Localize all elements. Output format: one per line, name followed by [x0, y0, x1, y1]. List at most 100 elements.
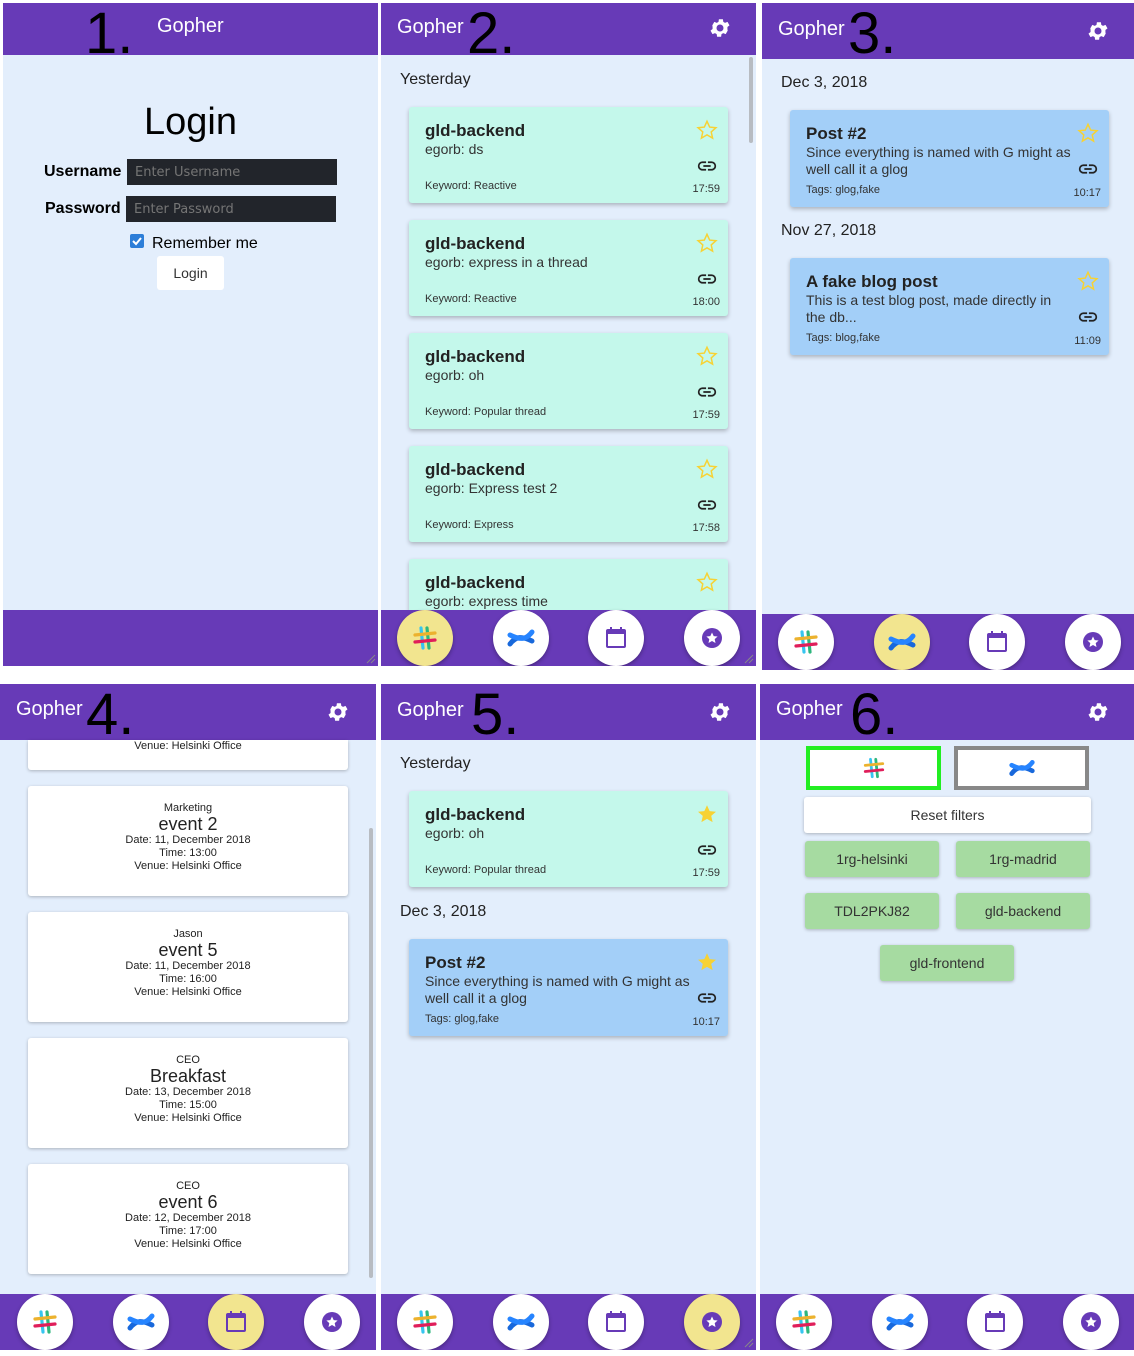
- bottom-nav: [381, 610, 756, 666]
- star-icon[interactable]: [696, 232, 718, 254]
- nav-calendar-button[interactable]: [969, 614, 1025, 670]
- resize-handle-icon[interactable]: [744, 654, 754, 664]
- message-card[interactable]: gld-backend egorb: express in a thread K…: [409, 220, 728, 316]
- scrollbar[interactable]: [369, 828, 373, 1278]
- password-input[interactable]: [126, 196, 336, 222]
- login-button[interactable]: Login: [157, 256, 224, 290]
- nav-confluence-button[interactable]: [493, 610, 549, 666]
- link-icon[interactable]: [696, 381, 718, 403]
- channel-filter-button[interactable]: gld-frontend: [880, 945, 1014, 981]
- message-time: 17:59: [692, 183, 720, 195]
- star-icon[interactable]: [696, 803, 718, 825]
- message-time: 18:00: [692, 296, 720, 308]
- favorite-star-icon: [322, 1312, 342, 1332]
- message-card[interactable]: gld-backend egorb: ds Keyword: Reactive …: [409, 107, 728, 203]
- confluence-logo-icon: [507, 629, 535, 647]
- message-text: egorb: oh: [425, 825, 485, 841]
- nav-calendar-button[interactable]: [208, 1294, 264, 1350]
- nav-favorites-button[interactable]: [304, 1294, 360, 1350]
- link-icon[interactable]: [696, 839, 718, 861]
- slack-source-filter[interactable]: [806, 746, 941, 790]
- nav-calendar-button[interactable]: [967, 1294, 1023, 1350]
- star-icon[interactable]: [696, 951, 718, 973]
- date-header: Dec 3, 2018: [781, 74, 868, 91]
- post-card[interactable]: Post #2 Since everything is named with G…: [790, 110, 1109, 207]
- nav-confluence-button[interactable]: [113, 1294, 169, 1350]
- link-icon[interactable]: [696, 155, 718, 177]
- nav-favorites-button[interactable]: [684, 1294, 740, 1350]
- login-heading: Login: [144, 101, 237, 143]
- event-card[interactable]: Venue: Helsinki Office: [28, 740, 348, 770]
- link-icon[interactable]: [696, 268, 718, 290]
- event-organizer: CEO: [176, 1180, 200, 1192]
- settings-gear-icon[interactable]: [1086, 19, 1110, 43]
- app-bar: Gopher 6.: [760, 684, 1134, 746]
- keyword-label: Keyword: Express: [425, 519, 514, 531]
- message-card[interactable]: gld-backend egorb: oh Keyword: Popular t…: [409, 333, 728, 429]
- event-card[interactable]: Marketing event 2 Date: 11, December 201…: [28, 786, 348, 896]
- event-date: Date: 13, December 2018: [125, 1086, 251, 1098]
- nav-confluence-button[interactable]: [872, 1294, 928, 1350]
- link-icon[interactable]: [1077, 306, 1099, 328]
- scrollbar[interactable]: [749, 57, 753, 143]
- event-card[interactable]: CEO event 6 Date: 12, December 2018 Time…: [28, 1164, 348, 1274]
- message-card[interactable]: gld-backend egorb: oh Keyword: Popular t…: [409, 791, 728, 887]
- nav-confluence-button[interactable]: [493, 1294, 549, 1350]
- link-icon[interactable]: [1077, 158, 1099, 180]
- settings-gear-icon[interactable]: [1086, 700, 1110, 724]
- slack-logo-icon: [794, 630, 818, 654]
- link-icon[interactable]: [696, 987, 718, 1009]
- nav-slack-button[interactable]: [17, 1294, 73, 1350]
- app-bar: Gopher 3.: [762, 3, 1134, 65]
- favorite-star-icon: [702, 1312, 722, 1332]
- keyword-label: Keyword: Popular thread: [425, 406, 547, 418]
- settings-gear-icon[interactable]: [708, 700, 732, 724]
- star-icon[interactable]: [1077, 122, 1099, 144]
- message-card[interactable]: gld-backend egorb: Express test 2 Keywor…: [409, 446, 728, 542]
- slack-logo-icon: [413, 626, 437, 650]
- star-icon[interactable]: [696, 119, 718, 141]
- nav-slack-button[interactable]: [778, 614, 834, 670]
- panel-number: 6.: [850, 684, 899, 747]
- nav-slack-button[interactable]: [776, 1294, 832, 1350]
- channel-filter-button[interactable]: 1rg-madrid: [956, 841, 1090, 877]
- nav-calendar-button[interactable]: [588, 610, 644, 666]
- event-card[interactable]: Jason event 5 Date: 11, December 2018 Ti…: [28, 912, 348, 1022]
- nav-favorites-button[interactable]: [684, 610, 740, 666]
- settings-gear-icon[interactable]: [708, 16, 732, 40]
- event-organizer: Marketing: [163, 802, 213, 814]
- post-card[interactable]: A fake blog post This is a test blog pos…: [790, 258, 1109, 355]
- remember-checkbox[interactable]: [130, 234, 144, 248]
- username-input[interactable]: [127, 159, 337, 185]
- star-icon[interactable]: [1077, 270, 1099, 292]
- nav-calendar-button[interactable]: [588, 1294, 644, 1350]
- channel-filter-button[interactable]: 1rg-helsinki: [805, 841, 939, 877]
- confluence-logo-icon: [886, 1313, 914, 1331]
- star-icon[interactable]: [696, 458, 718, 480]
- channel-filter-button[interactable]: TDL2PKJ82: [805, 893, 939, 929]
- channel-title: gld-backend: [425, 460, 526, 479]
- nav-favorites-button[interactable]: [1065, 614, 1121, 670]
- password-label: Password: [45, 200, 121, 217]
- resize-handle-icon[interactable]: [366, 654, 376, 664]
- link-icon[interactable]: [696, 494, 718, 516]
- star-icon[interactable]: [696, 571, 718, 593]
- bottom-nav: [762, 614, 1134, 670]
- nav-favorites-button[interactable]: [1063, 1294, 1119, 1350]
- reset-filters-button[interactable]: Reset filters: [804, 797, 1091, 833]
- star-icon[interactable]: [696, 345, 718, 367]
- event-card[interactable]: CEO Breakfast Date: 13, December 2018 Ti…: [28, 1038, 348, 1148]
- channel-filter-button[interactable]: gld-backend: [956, 893, 1090, 929]
- slack-logo-icon: [792, 1310, 816, 1334]
- resize-handle-icon[interactable]: [744, 1338, 754, 1348]
- confluence-source-filter[interactable]: [954, 746, 1089, 790]
- nav-confluence-button[interactable]: [874, 614, 930, 670]
- panel-number: 2.: [467, 3, 516, 66]
- event-venue: Venue: Helsinki Office: [134, 1238, 242, 1250]
- event-date: Date: 11, December 2018: [125, 834, 251, 846]
- nav-slack-button[interactable]: [397, 1294, 453, 1350]
- nav-slack-button[interactable]: [397, 610, 453, 666]
- channel-title: gld-backend: [425, 347, 526, 366]
- settings-gear-icon[interactable]: [326, 700, 350, 724]
- post-card[interactable]: Post #2 Since everything is named with G…: [409, 939, 728, 1036]
